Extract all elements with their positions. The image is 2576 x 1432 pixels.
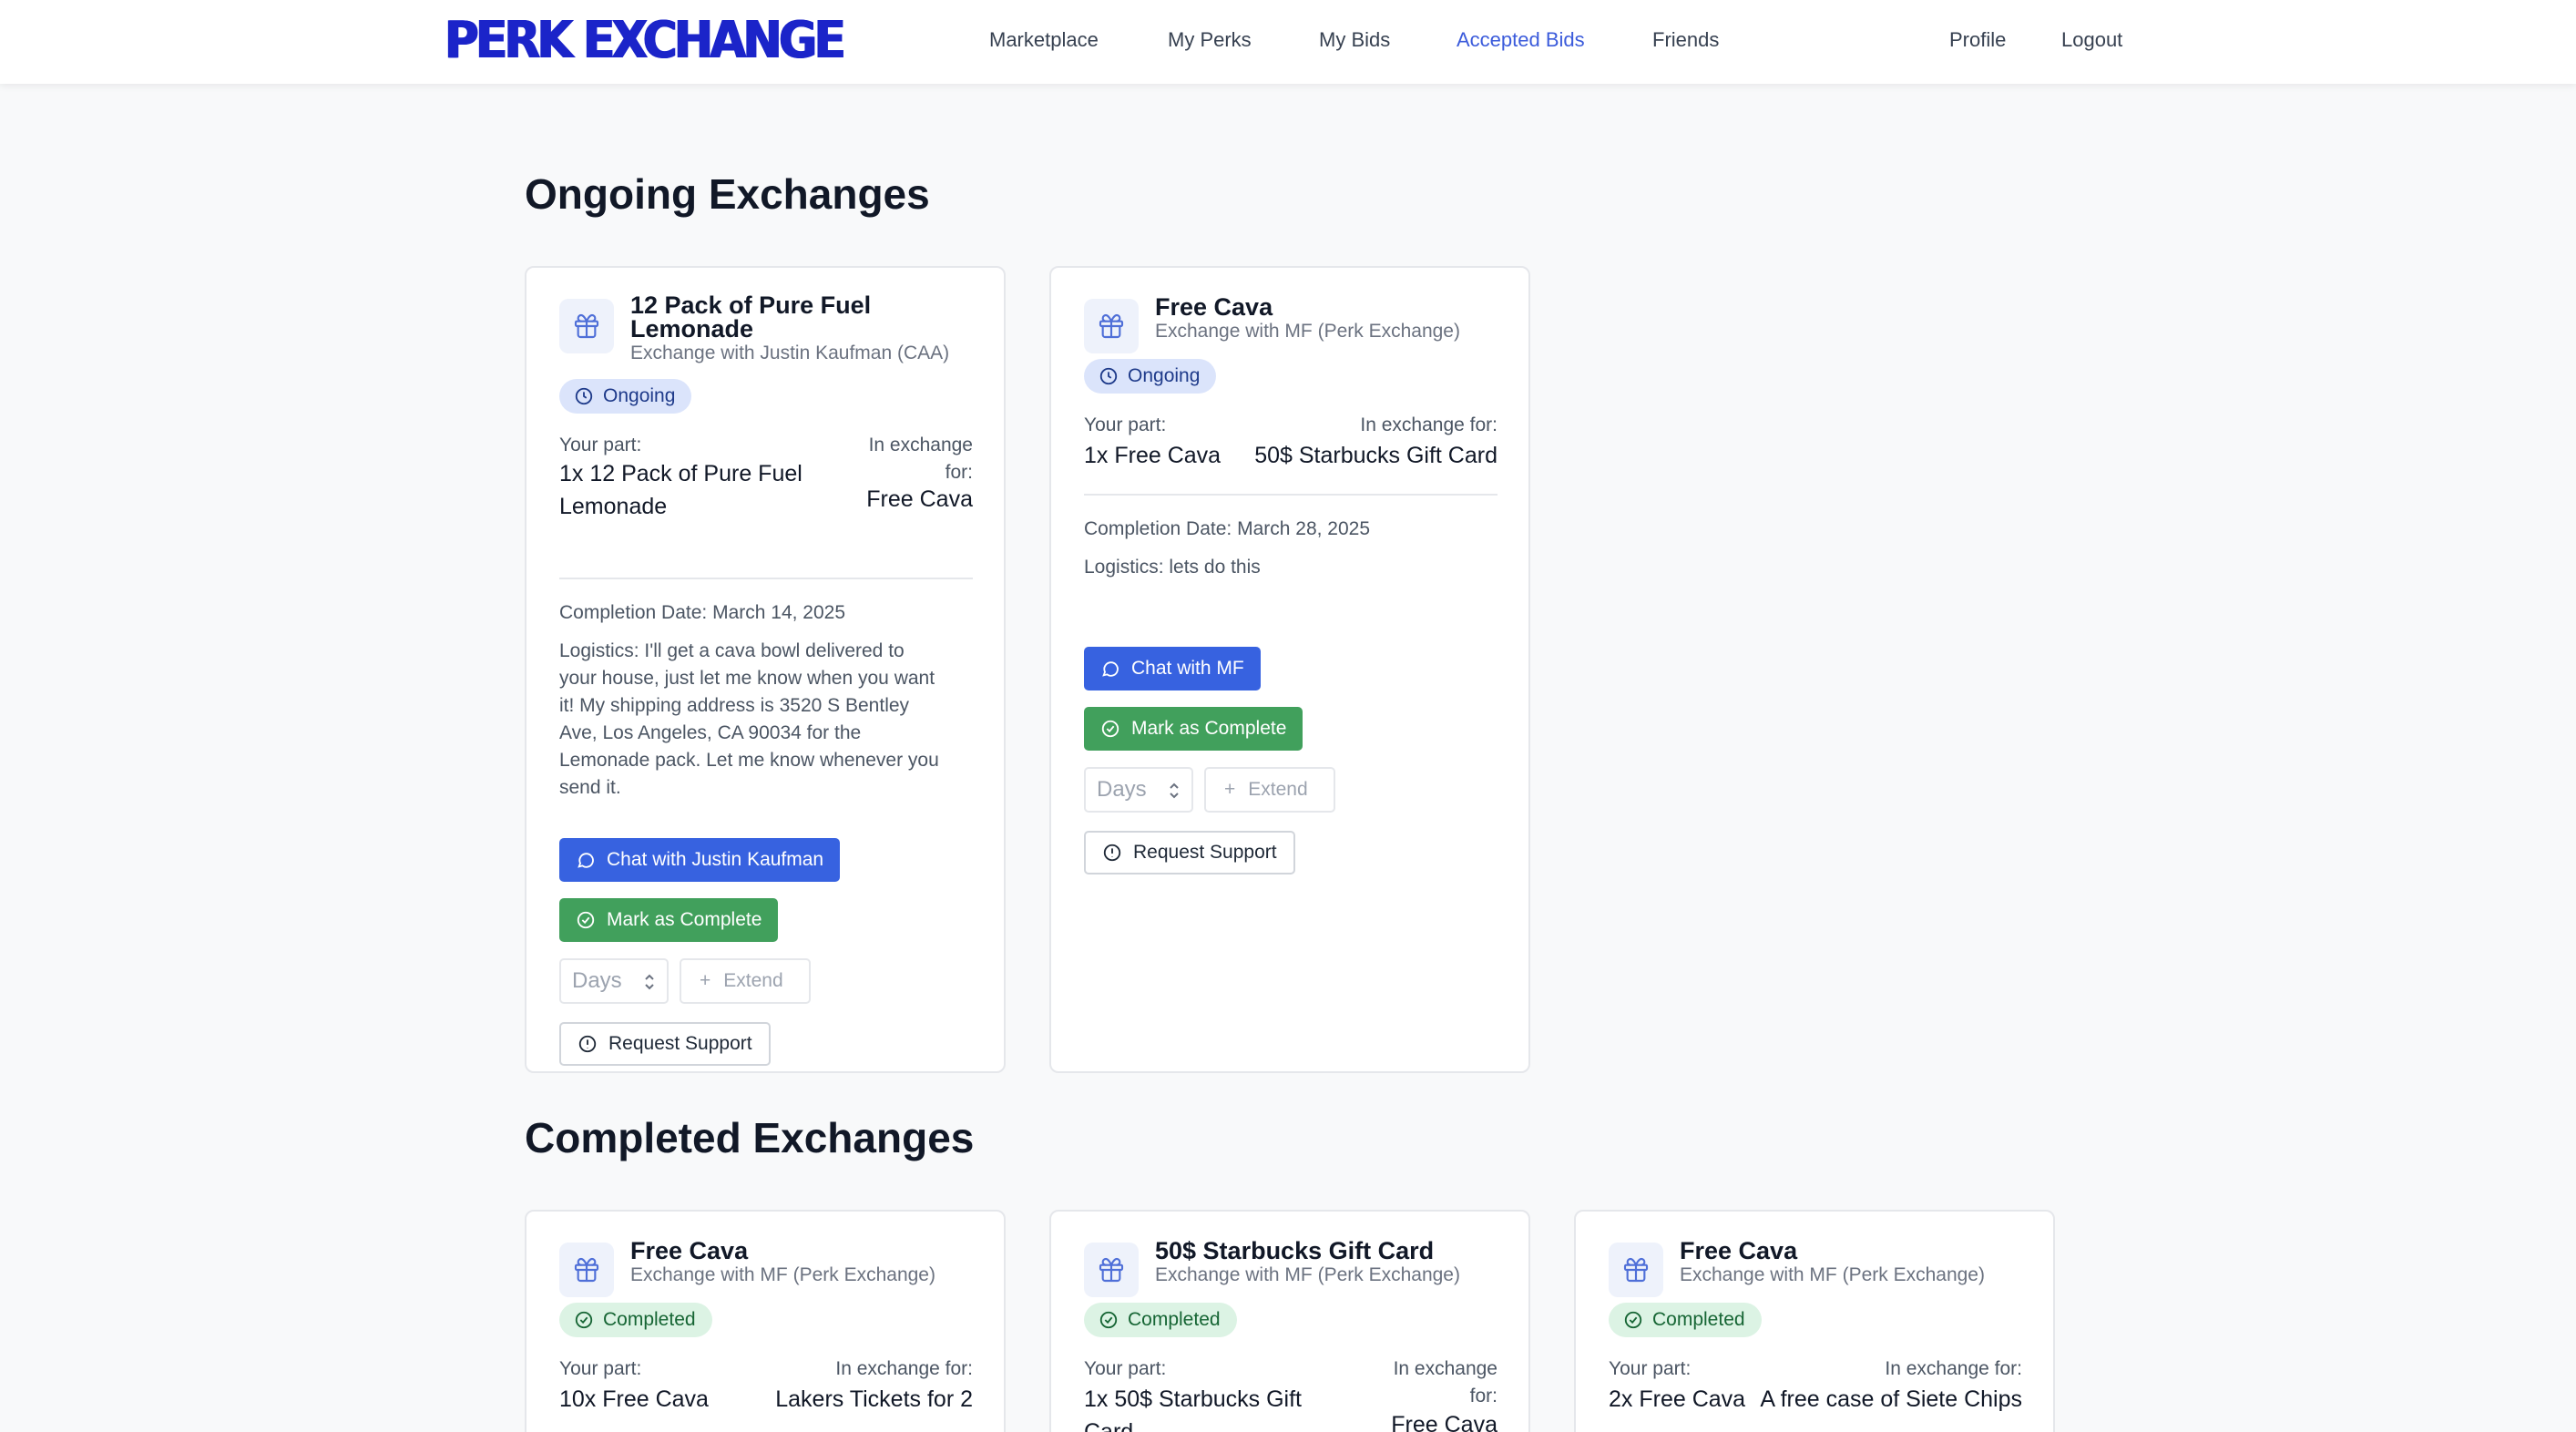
status-badge: Completed [1609, 1303, 1762, 1337]
nav-marketplace[interactable]: Marketplace [989, 0, 1099, 80]
exchange-card: Free Cava Exchange with MF (Perk Exchang… [1049, 266, 1530, 1073]
top-nav-bar: PERK EXCHANGE Marketplace My Perks My Bi… [0, 0, 2576, 84]
nav-my-perks[interactable]: My Perks [1168, 0, 1252, 80]
your-part-value: 1x Free Cava [1084, 443, 1222, 468]
nav-profile[interactable]: Profile [1949, 0, 2006, 80]
in-exchange-value: Lakers Tickets for 2 [775, 1386, 973, 1412]
in-exchange-label: In exchange for: [835, 1358, 973, 1379]
completed-exchanges-heading: Completed Exchanges [525, 1114, 975, 1161]
chat-icon [1102, 661, 1119, 677]
request-support-button[interactable]: Request Support [559, 1022, 771, 1066]
extend-button[interactable]: + Extend [680, 958, 811, 1004]
clock-icon [575, 387, 593, 405]
in-exchange-label: In exchange for: [1393, 1358, 1498, 1406]
gift-icon [559, 299, 614, 353]
your-part-value: 1x 50$ Starbucks Gift Card [1084, 1386, 1303, 1432]
ongoing-exchanges-heading: Ongoing Exchanges [525, 170, 930, 218]
in-exchange-label: In exchange for: [868, 435, 973, 483]
your-part-value: 2x Free Cava [1609, 1386, 1746, 1412]
your-part-label: Your part: [559, 435, 642, 455]
card-title: Free Cava [1680, 1237, 1798, 1264]
card-subtitle: Exchange with MF (Perk Exchange) [1155, 1264, 1460, 1285]
days-input[interactable]: Days [559, 958, 669, 1004]
check-circle-icon [1624, 1311, 1642, 1329]
divider [1084, 494, 1498, 496]
days-input[interactable]: Days [1084, 767, 1193, 813]
in-exchange-label: In exchange for: [1885, 1358, 2022, 1379]
plus-icon: + [700, 970, 711, 991]
status-badge: Ongoing [559, 379, 692, 414]
gift-icon [1084, 1243, 1139, 1297]
card-title: Free Cava [1155, 293, 1273, 321]
card-title: 50$ Starbucks Gift Card [1155, 1237, 1435, 1264]
check-circle-icon [1099, 1311, 1118, 1329]
status-badge: Completed [1084, 1303, 1237, 1337]
request-support-button[interactable]: Request Support [1084, 831, 1295, 875]
in-exchange-value: 50$ Starbucks Gift Card [1254, 443, 1498, 468]
stepper-arrows-icon [645, 974, 654, 990]
card-title: 12 Pack of Pure Fuel Lemonade [630, 292, 872, 343]
gift-icon [559, 1243, 614, 1297]
exchange-card: Free Cava Exchange with MF (Perk Exchang… [525, 1210, 1006, 1432]
chat-button[interactable]: Chat with Justin Kaufman [559, 838, 841, 882]
card-subtitle: Exchange with MF (Perk Exchange) [630, 1264, 935, 1285]
check-circle-icon [577, 911, 595, 929]
logistics-text: Logistics: I'll get a cava bowl delivere… [559, 640, 939, 798]
your-part-label: Your part: [1084, 414, 1167, 435]
logo-text: PERK EXCHANGE [445, 11, 846, 70]
plus-icon: + [1224, 779, 1236, 800]
logistics-text: Logistics: lets do this [1084, 557, 1261, 578]
status-badge: Ongoing [1084, 359, 1217, 394]
completion-date: Completion Date: March 28, 2025 [1084, 518, 1371, 539]
check-circle-icon [1101, 720, 1119, 738]
perk-exchange-logo[interactable]: PERK EXCHANGE [445, 11, 846, 71]
gift-icon [1609, 1243, 1663, 1297]
card-title: Free Cava [630, 1237, 749, 1264]
info-circle-icon [1103, 844, 1121, 862]
nav-accepted-bids[interactable]: Accepted Bids [1457, 0, 1585, 80]
clock-icon [1099, 367, 1118, 385]
your-part-value: 1x 12 Pack of Pure Fuel Lemonade [559, 461, 802, 519]
mark-complete-button[interactable]: Mark as Complete [559, 898, 779, 942]
stepper-arrows-icon [1170, 782, 1179, 799]
your-part-label: Your part: [1084, 1358, 1167, 1379]
status-badge: Completed [559, 1303, 712, 1337]
extend-button[interactable]: + Extend [1204, 767, 1335, 813]
exchange-card: 12 Pack of Pure Fuel Lemonade Exchange w… [525, 266, 1006, 1073]
your-part-label: Your part: [1609, 1358, 1692, 1379]
nav-my-bids[interactable]: My Bids [1319, 0, 1390, 80]
mark-complete-button[interactable]: Mark as Complete [1084, 707, 1303, 751]
in-exchange-value: A free case of Siete Chips [1760, 1386, 2022, 1412]
nav-logout[interactable]: Logout [2061, 0, 2122, 80]
card-subtitle: Exchange with MF (Perk Exchange) [1155, 321, 1460, 342]
card-subtitle: Exchange with Justin Kaufman (CAA) [630, 343, 950, 363]
completion-date: Completion Date: March 14, 2025 [559, 602, 846, 623]
nav-friends[interactable]: Friends [1652, 0, 1719, 80]
gift-icon [1084, 299, 1139, 353]
in-exchange-value: Free Cava [866, 486, 973, 512]
in-exchange-value: Free Cava [1391, 1412, 1498, 1432]
chat-icon [578, 853, 594, 868]
divider [559, 578, 973, 579]
chat-button[interactable]: Chat with MF [1084, 647, 1261, 690]
your-part-label: Your part: [559, 1358, 642, 1379]
info-circle-icon [578, 1035, 597, 1053]
exchange-card: Free Cava Exchange with MF (Perk Exchang… [1574, 1210, 2055, 1432]
in-exchange-label: In exchange for: [1360, 414, 1498, 435]
exchange-card: 50$ Starbucks Gift Card Exchange with MF… [1049, 1210, 1530, 1432]
check-circle-icon [575, 1311, 593, 1329]
card-subtitle: Exchange with MF (Perk Exchange) [1680, 1264, 1985, 1285]
your-part-value: 10x Free Cava [559, 1386, 709, 1412]
